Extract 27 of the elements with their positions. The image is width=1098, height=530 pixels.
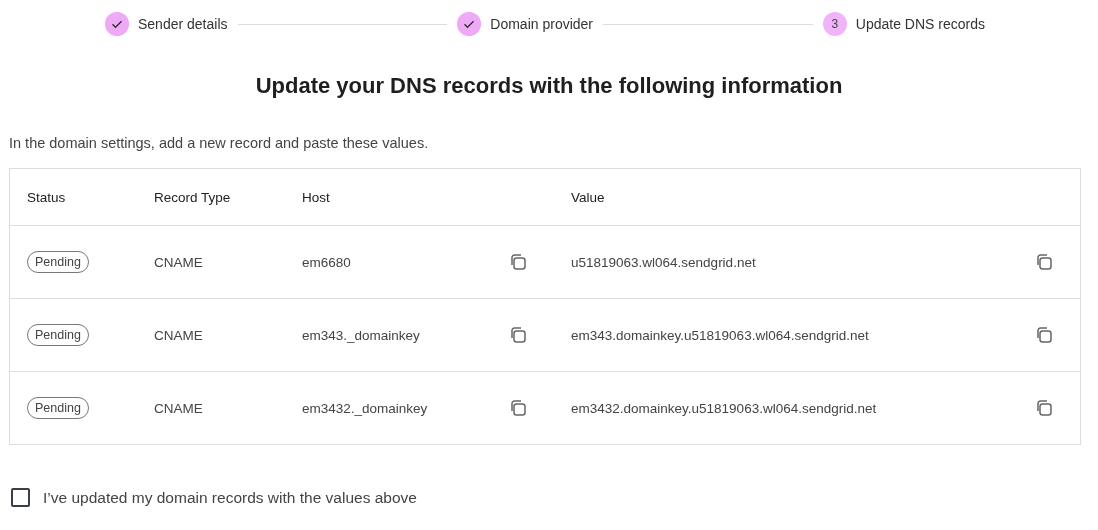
- checkbox-label[interactable]: I’ve updated my domain records with the values above: [43, 488, 417, 507]
- step-label: Domain provider: [490, 16, 594, 32]
- table-cell-text: em343.domainkey.u51819063.wl064.sendgrid.net: [571, 327, 870, 343]
- copy-icon[interactable]: [1035, 253, 1053, 271]
- checkbox[interactable]: [11, 488, 30, 507]
- table-cell-text: CNAME: [154, 400, 204, 416]
- table-cell-text: CNAME: [154, 254, 204, 270]
- copy-icon[interactable]: [509, 253, 527, 271]
- column-header: Status: [27, 189, 67, 205]
- copy-icon[interactable]: [1035, 326, 1053, 344]
- table-cell-text: em6680: [302, 254, 352, 270]
- table-cell-text: CNAME: [154, 327, 204, 343]
- table-cell-text: u51819063.wl064.sendgrid.net: [571, 254, 757, 270]
- table-cell-text: em3432._domainkey: [302, 400, 429, 416]
- step-label: Update DNS records: [855, 16, 985, 32]
- page-title: Update your DNS records with the following information: [254, 73, 844, 99]
- table-cell-text: em343._domainkey: [302, 327, 421, 343]
- column-header: Record Type: [154, 189, 232, 205]
- column-header: Host: [302, 189, 331, 205]
- table-cell-text: em3432.domainkey.u51819063.wl064.sendgrid.net: [571, 400, 878, 416]
- step-number: 3: [822, 12, 847, 36]
- step-label: Sender details: [138, 16, 228, 32]
- instructions-text: In the domain settings, add a new record and paste these values.: [9, 135, 430, 151]
- copy-icon[interactable]: [1035, 399, 1053, 417]
- copy-icon[interactable]: [509, 399, 527, 417]
- column-header: Value: [571, 189, 606, 205]
- copy-icon[interactable]: [509, 326, 527, 344]
